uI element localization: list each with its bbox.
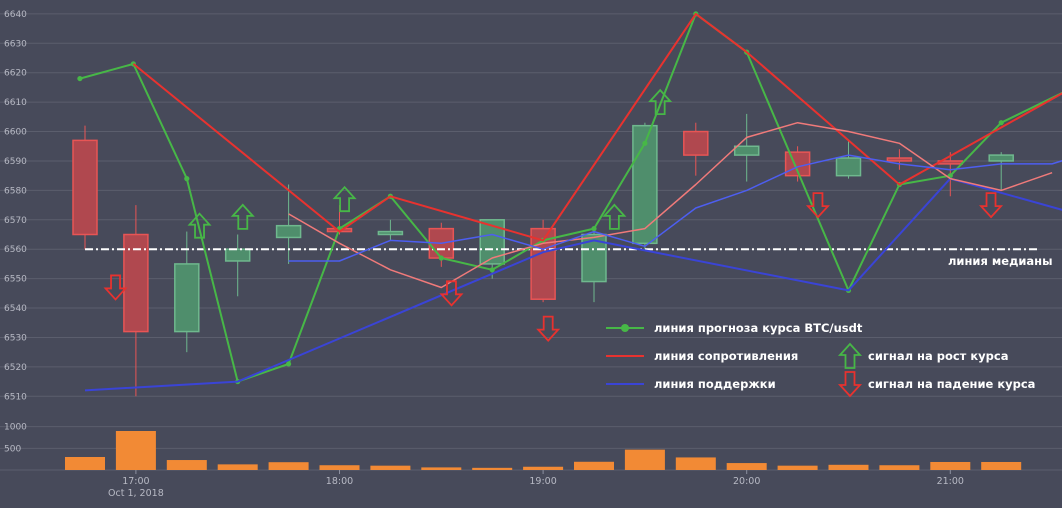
volume-bar <box>370 465 411 470</box>
legend-label: линия сопротивления <box>654 349 798 363</box>
y-tick-label: 6600 <box>4 128 27 138</box>
legend-label: сигнал на падение курса <box>868 377 1035 391</box>
y-tick-label: 6580 <box>4 186 27 196</box>
y-tick-label: 6540 <box>4 304 27 314</box>
volume-bar <box>574 461 614 470</box>
legend-up-arrow-icon <box>837 342 863 369</box>
series-line <box>132 12 1062 242</box>
volume-bar <box>777 465 818 470</box>
candle-body <box>72 139 98 236</box>
volume-bar <box>624 449 665 470</box>
up-arrow-icon <box>230 203 255 230</box>
volume-bar <box>217 464 258 470</box>
series-point <box>77 75 83 82</box>
x-tick-label: 19:00 <box>529 476 556 487</box>
candle-body <box>886 157 913 162</box>
volume-bar <box>523 466 564 470</box>
series-point <box>642 140 648 146</box>
series-point <box>591 226 597 232</box>
legend-label: линия поддержки <box>654 377 776 391</box>
y-tick-label: 6510 <box>4 392 27 402</box>
y-tick-label: 6560 <box>4 245 27 255</box>
volume-grid: 1000 500 <box>0 423 1062 471</box>
candle-body <box>174 263 200 333</box>
series-point <box>489 267 495 273</box>
volume-bar <box>268 462 309 470</box>
y-tick-label: 6570 <box>4 216 27 226</box>
volume-bar <box>115 431 156 470</box>
series-line <box>288 121 1053 289</box>
volume-tick-label: 500 <box>4 444 21 454</box>
candle-body <box>835 157 862 177</box>
volume-bar <box>930 461 971 470</box>
y-tick-label: 6520 <box>4 363 27 373</box>
median-label: линия медианы <box>948 254 1053 268</box>
x-tick-sublabel: Oct 1, 2018 <box>108 488 164 499</box>
x-tick-label: 21:00 <box>937 476 964 487</box>
volume-bars <box>65 431 1022 470</box>
y-tick-label: 6640 <box>4 10 27 20</box>
volume-bar <box>65 457 105 470</box>
down-arrow-icon <box>978 192 1004 219</box>
candle-body <box>377 230 404 236</box>
y-tick-label: 6550 <box>4 275 27 285</box>
y-tick-label: 6630 <box>4 39 27 49</box>
y-tick-label: 6610 <box>4 98 27 108</box>
series-lines <box>77 11 1062 392</box>
volume-bar <box>421 467 462 470</box>
legend-label: сигнал на рост курса <box>868 349 1008 363</box>
y-tick-label: 6590 <box>4 157 27 167</box>
y-tick-label: 6620 <box>4 69 27 79</box>
candle-body <box>988 154 1014 162</box>
x-tick-label: 18:00 <box>326 476 353 487</box>
volume-tick-label: 1000 <box>4 423 27 433</box>
legend-down-arrow-icon <box>837 371 863 398</box>
x-axis: 17:00Oct 1, 2018 18:00 19:00 20:00 21:00 <box>108 470 964 499</box>
y-tick-label: 6530 <box>4 333 27 343</box>
y-axis: 6510 6520 6530 6540 6550 6560 6570 6580 6590 6600… <box>4 10 27 402</box>
legend: линия прогноза курса BTC/usdt линия сопро… <box>606 321 1035 398</box>
volume-bar <box>828 464 869 470</box>
series-point <box>998 120 1004 126</box>
volume-bar <box>981 461 1022 470</box>
series-point <box>286 361 292 367</box>
candle-body <box>275 224 302 239</box>
volume-bar <box>472 467 513 470</box>
up-arrow-icon <box>602 203 627 230</box>
volume-bar <box>675 457 716 470</box>
candle-body <box>733 145 760 156</box>
down-arrow-icon <box>805 192 830 219</box>
volume-bar <box>726 463 767 470</box>
x-tick-label: 20:00 <box>733 476 760 487</box>
volume-bar <box>166 460 207 470</box>
signal-arrows <box>103 88 1004 342</box>
series-point <box>438 255 444 261</box>
volume-bar <box>879 465 920 470</box>
series-point <box>184 176 190 182</box>
grid <box>0 13 1062 397</box>
candle-body <box>224 248 251 262</box>
legend-marker <box>621 324 629 332</box>
legend-label: линия прогноза курса BTC/usdt <box>654 321 863 335</box>
btc-usdt-chart: 6510 6520 6530 6540 6550 6560 6570 6580 6590 6600… <box>0 10 1062 499</box>
x-tick-label: 17:00 <box>122 476 149 487</box>
volume-bar <box>319 465 360 470</box>
candle-body <box>683 130 709 156</box>
